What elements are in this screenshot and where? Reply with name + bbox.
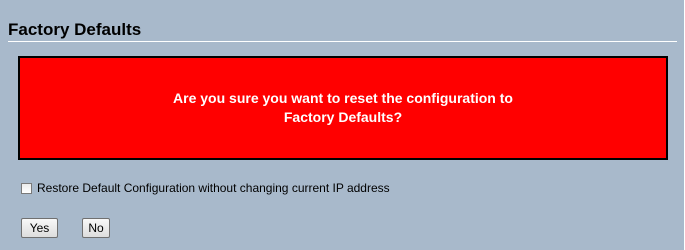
page-title: Factory Defaults bbox=[8, 20, 142, 39]
title-divider bbox=[8, 41, 677, 42]
warning-message: Are you sure you want to reset the confi… bbox=[128, 89, 558, 127]
restore-default-label: Restore Default Configuration without ch… bbox=[37, 181, 390, 195]
yes-button[interactable]: Yes bbox=[21, 218, 58, 238]
warning-message-line-2: Factory Defaults? bbox=[283, 109, 403, 125]
no-button[interactable]: No bbox=[82, 218, 110, 238]
warning-box: Are you sure you want to reset the confi… bbox=[18, 56, 668, 160]
factory-defaults-panel: Factory Defaults Are you sure you want t… bbox=[0, 0, 685, 250]
restore-default-checkbox[interactable] bbox=[21, 182, 32, 194]
warning-message-line-1: Are you sure you want to reset the confi… bbox=[173, 90, 513, 106]
restore-default-option[interactable]: Restore Default Configuration without ch… bbox=[21, 180, 390, 196]
